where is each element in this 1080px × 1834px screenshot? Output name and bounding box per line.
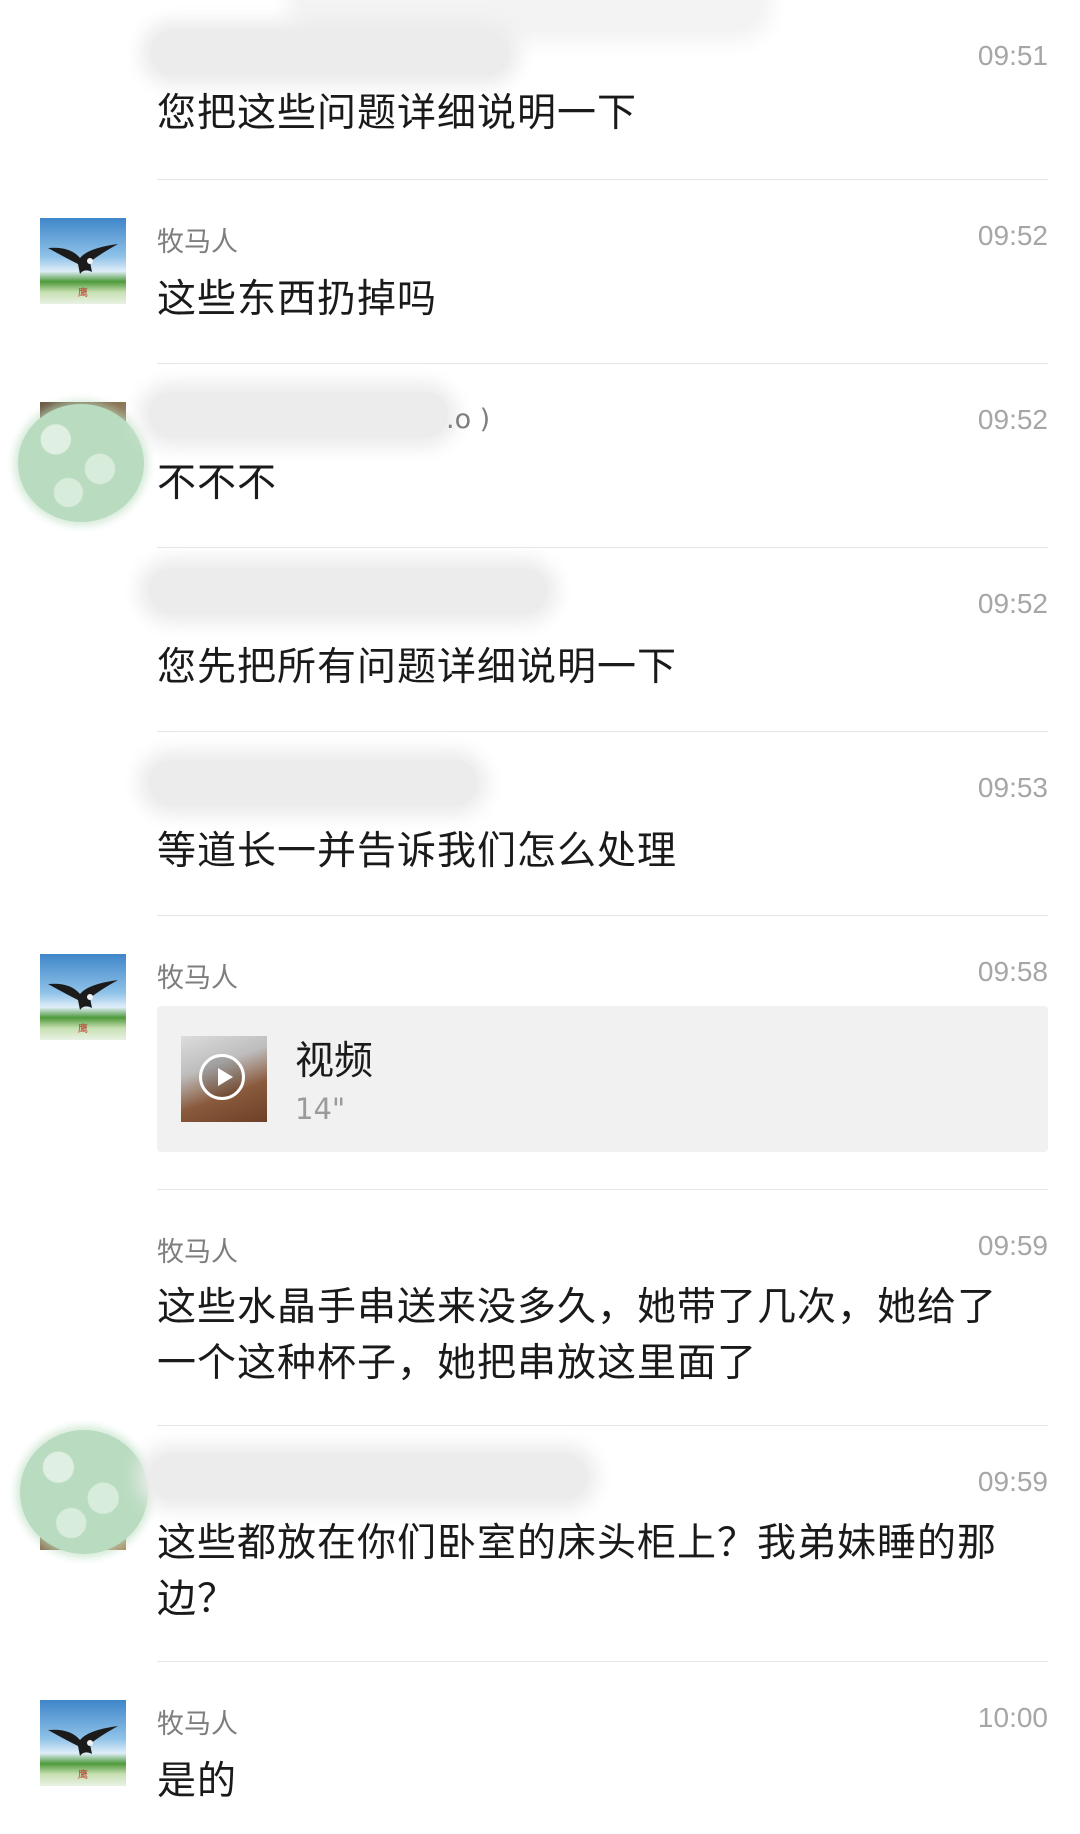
message-text: 您把这些问题详细说明一下	[157, 91, 638, 136]
message-time: 09:53	[977, 772, 1048, 803]
eagle-avatar[interactable]: 鹰	[40, 1700, 126, 1786]
redacted-sender-name	[148, 392, 448, 438]
video-message-card[interactable]: 视频 14"	[157, 1006, 1048, 1152]
video-thumbnail[interactable]	[181, 1036, 267, 1122]
message-item[interactable]: 鹰 牧马人 09:52 这些东西扔掉吗	[0, 180, 1080, 364]
sender-name: 牧马人	[157, 227, 238, 258]
message-time: 09:59	[977, 1230, 1048, 1261]
sender-name-fragment: .o )	[446, 404, 491, 435]
message-item[interactable]: 鹰 牧马人 10:00 是的	[0, 1662, 1080, 1834]
eagle-icon: 鹰	[48, 1726, 118, 1781]
message-item[interactable]: 09:52 您先把所有问题详细说明一下	[0, 548, 1080, 732]
message-item[interactable]: 09:53 等道长一并告诉我们怎么处理	[0, 732, 1080, 916]
sender-name: 牧马人	[157, 963, 238, 994]
message-item[interactable]: 09:51 您把这些问题详细说明一下	[0, 0, 1080, 180]
message-time: 09:51	[977, 40, 1048, 71]
message-item[interactable]: 09:59 这些都放在你们卧室的床头柜上？我弟妹睡的那 边？	[0, 1426, 1080, 1662]
message-text-line: 这些都放在你们卧室的床头柜上？我弟妹睡的那	[157, 1521, 998, 1566]
message-text-line: 边？	[157, 1577, 238, 1622]
message-time: 09:52	[977, 220, 1048, 251]
message-text: 是的	[157, 1759, 238, 1804]
redacted-sender-name	[150, 30, 510, 76]
eagle-avatar[interactable]: 鹰	[40, 218, 126, 304]
redacted-sender-name	[148, 1454, 588, 1500]
redacted-sender-name	[148, 568, 548, 614]
video-label: 视频	[295, 1039, 374, 1084]
message-item[interactable]: 牧马人 09:59 这些水晶手串送来没多久，她带了几次，她给了 一个这种杯子，她…	[0, 1190, 1080, 1426]
message-text: 您先把所有问题详细说明一下	[157, 645, 678, 690]
svg-text:鹰: 鹰	[78, 1768, 88, 1781]
message-item[interactable]: .o ) 09:52 不不不	[0, 364, 1080, 548]
message-text: 这些水晶手串送来没多久，她带了几次，她给了 一个这种杯子，她把串放这里面了	[157, 1280, 1057, 1392]
eagle-icon: 鹰	[48, 980, 118, 1035]
eagle-avatar[interactable]: 鹰	[40, 954, 126, 1040]
message-text-line: 这些水晶手串送来没多久，她带了几次，她给了	[157, 1285, 998, 1330]
message-time: 10:00	[977, 1702, 1048, 1733]
message-item[interactable]: 鹰 牧马人 09:58 视频 14"	[0, 916, 1080, 1190]
sender-name: 牧马人	[157, 1237, 238, 1268]
message-time: 09:52	[977, 588, 1048, 619]
message-text-line: 一个这种杯子，她把串放这里面了	[157, 1341, 758, 1386]
message-time: 09:59	[977, 1466, 1048, 1497]
leaf-sticker-icon	[20, 1430, 148, 1554]
svg-text:鹰: 鹰	[78, 1022, 88, 1035]
sender-name: 牧马人	[157, 1709, 238, 1740]
redacted-sender-name	[148, 760, 478, 806]
eagle-icon: 鹰	[48, 244, 118, 299]
message-time: 09:52	[977, 404, 1048, 435]
video-duration: 14"	[295, 1092, 346, 1126]
message-time: 09:58	[977, 956, 1048, 987]
message-text: 不不不	[157, 461, 278, 506]
leaf-sticker-icon	[18, 404, 144, 522]
play-icon[interactable]	[199, 1054, 245, 1100]
message-text: 这些东西扔掉吗	[157, 277, 438, 322]
message-text: 这些都放在你们卧室的床头柜上？我弟妹睡的那 边？	[157, 1516, 1057, 1628]
message-text: 等道长一并告诉我们怎么处理	[157, 829, 678, 874]
svg-text:鹰: 鹰	[78, 286, 88, 299]
